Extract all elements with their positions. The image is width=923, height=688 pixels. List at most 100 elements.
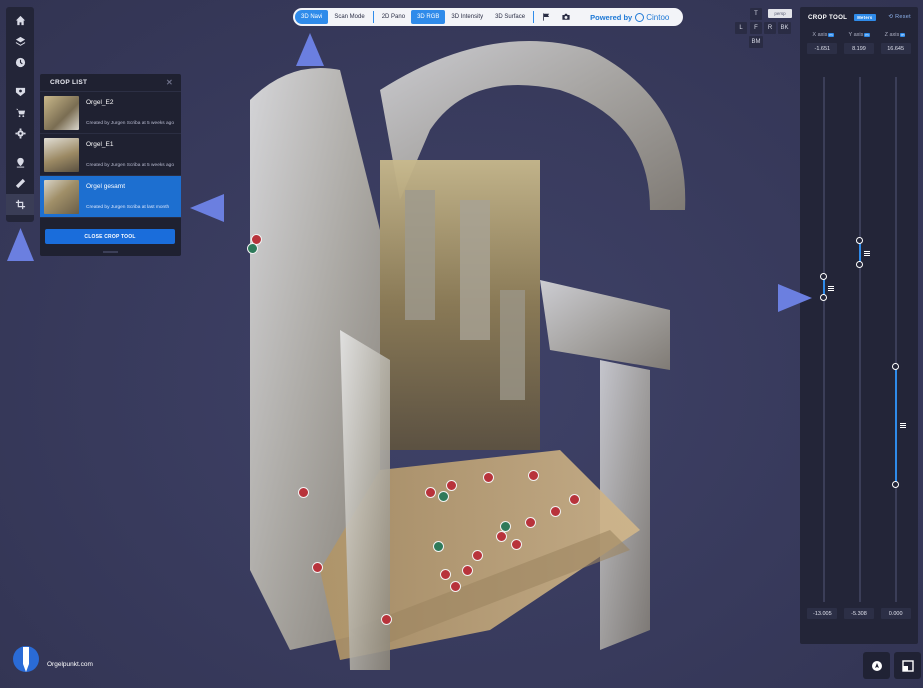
scan-position-marker[interactable] [528, 470, 539, 481]
layers-button[interactable] [6, 31, 34, 52]
reset-label: Reset [895, 14, 911, 20]
scan-position-marker[interactable] [472, 550, 483, 561]
z-axis-range[interactable] [895, 367, 897, 485]
flag-button[interactable] [536, 10, 556, 24]
navigation-mode-button[interactable] [863, 652, 890, 679]
scan-position-marker[interactable] [511, 539, 522, 550]
y-max-input[interactable]: 8.199 [843, 43, 874, 54]
top-toolbar: 3D Navi Scan Mode 2D Pano 3D RGB 3D Inte… [293, 8, 683, 26]
scan-position-marker[interactable] [247, 243, 258, 254]
scan-position-marker[interactable] [483, 472, 494, 483]
z-axis-min-handle[interactable] [892, 481, 899, 488]
scan-position-marker[interactable] [298, 487, 309, 498]
reset-button[interactable]: ⟲ Reset [888, 14, 911, 20]
orgelpunkt-logo-icon [13, 646, 39, 672]
scan-position-marker[interactable] [569, 494, 580, 505]
crop-button[interactable] [6, 194, 34, 215]
scan-position-marker[interactable] [438, 491, 449, 502]
perspective-toggle[interactable]: persp [768, 9, 792, 18]
crop-list-title: CROP LIST [50, 79, 88, 86]
z-min-input[interactable]: 0.000 [880, 608, 911, 619]
scan-position-marker[interactable] [450, 581, 461, 592]
crop-list-item-selected[interactable]: Orgel gesamt Created by Jurgen Scriba at… [40, 176, 181, 218]
crop-thumbnail [44, 180, 79, 214]
view-back-button[interactable]: BK [778, 22, 791, 34]
minimap-icon [901, 659, 914, 672]
scan-position-marker[interactable] [425, 487, 436, 498]
crop-list-panel: CROP LIST ✕ Orgel_E2 Created by Jurgen S… [40, 74, 181, 256]
3d-navi-button[interactable]: 3D Navi [295, 10, 329, 24]
unit-selector[interactable]: Meters [854, 13, 876, 21]
view-front-button[interactable]: F [750, 22, 762, 34]
crop-list-item[interactable]: Orgel_E2 Created by Jurgen Scriba at 5 w… [40, 92, 181, 134]
y-axis-drag-grip[interactable] [864, 251, 870, 256]
scan-mode-button[interactable]: Scan Mode [328, 10, 370, 24]
x-axis-label-text: X axis [812, 32, 828, 38]
toolbar-divider [372, 11, 374, 23]
crop-meta: Created by Jurgen Scriba at last month [86, 205, 170, 210]
z-axis-track[interactable] [895, 77, 897, 602]
cart-button[interactable] [6, 102, 34, 123]
z-axis-label: Z axis m [879, 32, 911, 38]
scan-position-marker[interactable] [312, 562, 323, 573]
crop-name: Orgel_E2 [86, 99, 114, 106]
y-axis-track[interactable] [859, 77, 861, 602]
walk-icon [871, 660, 882, 671]
y-axis-min-handle[interactable] [856, 261, 863, 268]
y-axis-max-handle[interactable] [856, 237, 863, 244]
2d-pano-button[interactable]: 2D Pano [376, 10, 411, 24]
axis-min-values: -13.005 -5.308 0.000 [800, 608, 918, 619]
home-button[interactable] [6, 10, 34, 31]
settings-button[interactable] [6, 123, 34, 144]
y-axis-label-text: Y axis [848, 32, 864, 38]
x-min-input[interactable]: -13.005 [807, 608, 838, 619]
x-axis-min-handle[interactable] [820, 294, 827, 301]
scan-position-marker[interactable] [433, 541, 444, 552]
y-min-input[interactable]: -5.308 [843, 608, 874, 619]
y-axis-tag: m [864, 33, 870, 37]
close-icon[interactable]: ✕ [166, 78, 173, 87]
cintoo-logo-icon [635, 12, 645, 22]
crop-meta: Created by Jurgen Scriba at 5 weeks ago [86, 163, 174, 168]
z-max-input[interactable]: 16.645 [880, 43, 911, 54]
z-axis-max-handle[interactable] [892, 363, 899, 370]
gear-icon [14, 128, 26, 139]
x-axis-tag: m [828, 33, 834, 37]
crop-tool-title: CROP TOOL [808, 13, 848, 21]
crop-list-item[interactable]: Orgel_E1 Created by Jurgen Scriba at 5 w… [40, 134, 181, 176]
measure-button[interactable] [6, 173, 34, 194]
view-bottom-button[interactable]: BM [749, 36, 763, 48]
3d-surface-button[interactable]: 3D Surface [489, 10, 531, 24]
crop-name: Orgel_E1 [86, 141, 114, 148]
crop-tool-header: CROP TOOL Meters ⟲ Reset [800, 7, 918, 27]
close-crop-tool-button[interactable]: CLOSE CROP TOOL [45, 229, 175, 244]
view-left-button[interactable]: L [735, 22, 747, 34]
view-right-button[interactable]: R [764, 22, 776, 34]
x-axis-max-handle[interactable] [820, 273, 827, 280]
flag-icon [543, 13, 550, 21]
scan-position-marker[interactable] [550, 506, 561, 517]
panel-resize-handle[interactable] [103, 251, 118, 253]
minimap-button[interactable] [894, 652, 921, 679]
scan-position-marker[interactable] [462, 565, 473, 576]
3d-rgb-button[interactable]: 3D RGB [411, 10, 446, 24]
history-button[interactable] [6, 52, 34, 73]
x-max-input[interactable]: -1.651 [807, 43, 838, 54]
3d-intensity-button[interactable]: 3D Intensity [445, 10, 489, 24]
brand-name: Cintoo [646, 12, 670, 22]
scan-position-marker[interactable] [440, 569, 451, 580]
z-axis-drag-grip[interactable] [900, 423, 906, 428]
x-axis-track[interactable] [823, 77, 825, 602]
location-button[interactable] [6, 152, 34, 173]
x-axis-drag-grip[interactable] [828, 286, 834, 291]
crop-thumbnail [44, 138, 79, 172]
scan-position-marker[interactable] [381, 614, 392, 625]
scan-position-marker[interactable] [500, 521, 511, 532]
clock-icon [15, 57, 25, 68]
scan-position-marker[interactable] [496, 531, 507, 542]
scan-position-marker[interactable] [525, 517, 536, 528]
scan-position-marker[interactable] [446, 480, 457, 491]
view-top-button[interactable]: T [750, 8, 762, 20]
shield-button[interactable] [6, 81, 34, 102]
screenshot-button[interactable] [556, 10, 576, 24]
